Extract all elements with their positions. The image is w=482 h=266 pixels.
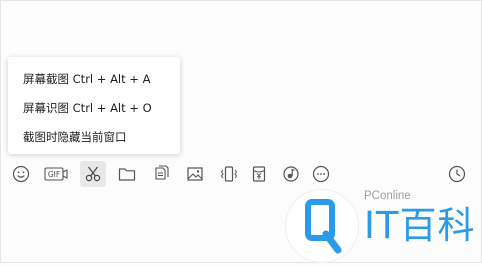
image-icon: [187, 167, 203, 181]
screenshot-button[interactable]: [80, 161, 106, 187]
red-packet-icon: [252, 166, 266, 182]
pconline-watermark: PConline IT百科: [278, 188, 482, 263]
documents-icon: [155, 165, 169, 180]
emoji-icon: [12, 165, 30, 183]
gif-button[interactable]: GIF: [42, 161, 72, 187]
menu-item-hide-window[interactable]: 截图时隐藏当前窗口: [8, 123, 180, 152]
gif-label: GIF: [48, 170, 60, 179]
image-button[interactable]: [182, 161, 208, 187]
search-magnifier-icon: [305, 199, 342, 254]
history-clock-icon: [448, 165, 466, 183]
more-button[interactable]: [308, 161, 334, 187]
folder-button[interactable]: [114, 161, 140, 187]
folder-icon: [118, 168, 136, 181]
site-name: IT百科: [364, 204, 476, 247]
emoji-button[interactable]: [8, 161, 34, 187]
shake-button[interactable]: [216, 161, 242, 187]
brand-text: PConline: [364, 190, 411, 202]
scissors-icon: [85, 166, 101, 182]
menu-item-screen-capture[interactable]: 屏幕截图 Ctrl + Alt + A: [8, 65, 180, 94]
menu-item-screen-ocr[interactable]: 屏幕识图 Ctrl + Alt + O: [8, 94, 180, 123]
music-button[interactable]: [278, 161, 304, 187]
screenshot-menu: 屏幕截图 Ctrl + Alt + A 屏幕识图 Ctrl + Alt + O …: [8, 57, 180, 154]
music-icon: [283, 166, 299, 182]
more-icon: [312, 165, 330, 183]
chat-toolbar: GIF: [0, 158, 482, 190]
documents-button[interactable]: [148, 161, 174, 187]
red-packet-button[interactable]: [246, 161, 272, 187]
logo-circle: [286, 190, 358, 262]
gif-icon: GIF: [44, 167, 68, 181]
shake-icon: [220, 166, 238, 182]
history-button[interactable]: [444, 161, 470, 187]
